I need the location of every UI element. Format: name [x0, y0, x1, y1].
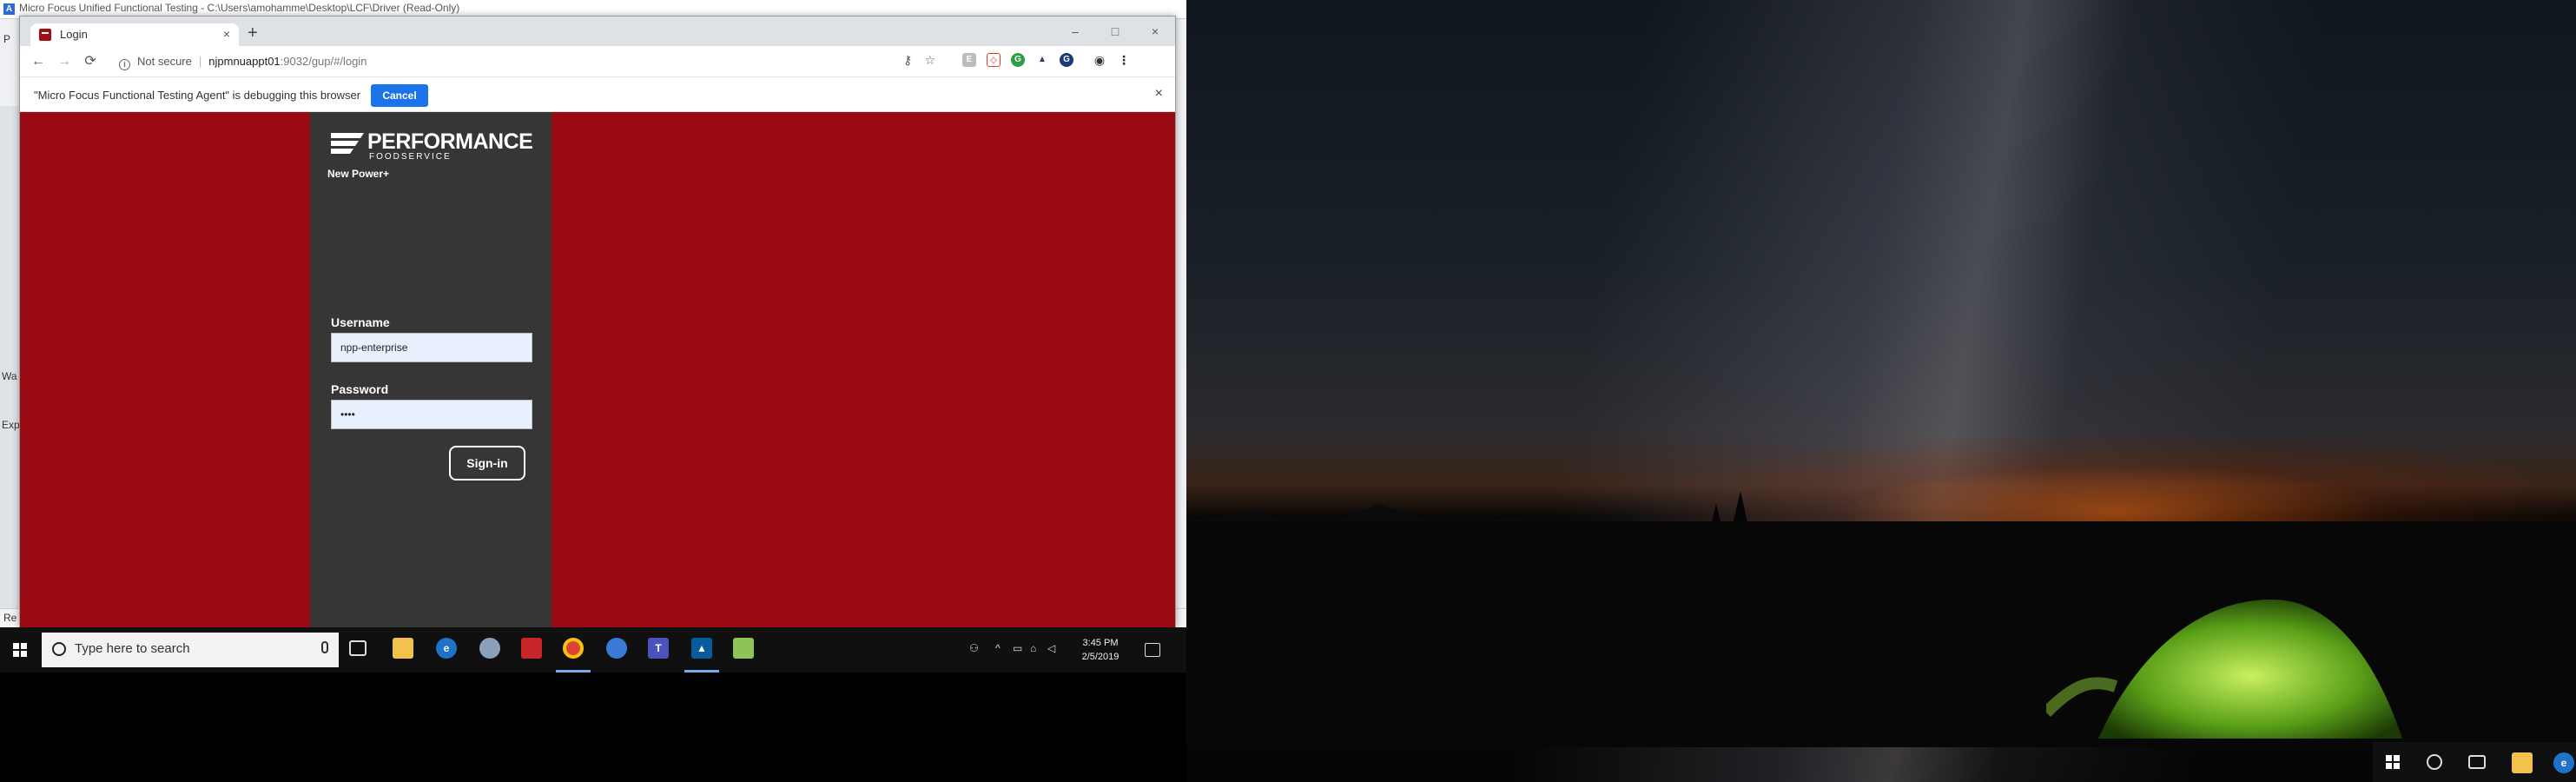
clock-date: 2/5/2019	[1081, 652, 1120, 662]
chat-icon[interactable]	[606, 638, 627, 659]
edge-icon[interactable]: e	[436, 638, 457, 659]
uft-side-label-p: P	[3, 33, 11, 45]
clock-time: 3:45 PM	[1082, 638, 1119, 648]
back-button[interactable]: ←	[29, 52, 48, 71]
site-favicon-icon	[39, 29, 51, 41]
windows-logo-icon-right	[2386, 755, 2400, 769]
search-icon	[52, 642, 66, 656]
password-label: Password	[331, 382, 389, 396]
notification-icon[interactable]	[1145, 643, 1160, 657]
uft-logo-icon: A	[3, 3, 15, 15]
extension-gray-icon[interactable]: E	[962, 53, 976, 67]
close-window-button[interactable]: ×	[1135, 17, 1175, 46]
office-icon[interactable]	[521, 638, 542, 659]
extension-blue-icon[interactable]: G	[1060, 53, 1073, 67]
chrome-icon[interactable]	[563, 638, 584, 659]
forward-button[interactable]: →	[55, 52, 74, 71]
taskbar-left: Type here to search e T ▲ ⚇ ^ ▭ ⌂ ◁ 3:45…	[0, 627, 1186, 673]
uft-status-text: Re	[3, 612, 17, 624]
taskbar-clock[interactable]: 3:45 PM 2/5/2019	[1072, 636, 1129, 664]
cortana-icon[interactable]	[2427, 754, 2442, 770]
url-host: njpmnuappt01	[208, 55, 281, 68]
uft-side-label-exp: Exp	[2, 419, 20, 431]
maximize-button[interactable]: □	[1095, 17, 1135, 46]
address-bar[interactable]: i Not secure | njpmnuappt01:9032/gup/#/logi…	[110, 50, 944, 73]
login-panel: PERFORMANCE FOODSERVICE New Power+ Usern…	[310, 112, 552, 628]
sign-in-button[interactable]: Sign-in	[449, 446, 525, 480]
reload-button[interactable]: ⟳	[81, 52, 100, 71]
volume-icon[interactable]: ◁	[1047, 642, 1055, 654]
edge-icon-right[interactable]: e	[2553, 752, 2574, 773]
people-icon[interactable]: ⚇	[969, 642, 979, 654]
taskbar-right: e T ▲ 3:45 PM 2/5/2019	[2373, 742, 2576, 782]
windows-logo-icon	[13, 643, 27, 657]
extension-icons: E ◇ G ▲ G ◉ ⋮	[962, 53, 1131, 67]
new-tab-button[interactable]: +	[248, 24, 258, 42]
chrome-window: Login × + – □ × ← → ⟳ i Not secure | njpmnu…	[19, 16, 1176, 628]
search-placeholder: Type here to search	[75, 641, 190, 656]
start-button-right[interactable]	[2373, 742, 2413, 782]
notepad-icon[interactable]	[733, 638, 754, 659]
extension-red-icon[interactable]: ◇	[987, 53, 1001, 67]
username-field[interactable]: npp-enterprise	[331, 333, 532, 362]
left-monitor: A Micro Focus Unified Functional Testing…	[0, 0, 1186, 782]
omnibox-separator: |	[198, 55, 202, 68]
green-tent	[2046, 600, 2402, 739]
not-secure-label: Not secure	[137, 55, 192, 68]
logo-subtext: FOODSERVICE	[369, 152, 452, 162]
key-icon[interactable]: ⚷	[903, 53, 912, 68]
app-name: New Power+	[327, 168, 390, 180]
window-controls: – □ ×	[1055, 17, 1175, 46]
task-view-icon-right[interactable]	[2468, 755, 2486, 769]
tray-chevron-icon[interactable]: ^	[995, 642, 1001, 654]
performance-logo: PERFORMANCE FOODSERVICE	[329, 129, 538, 164]
network-icon[interactable]: ⌂	[1030, 642, 1036, 654]
bookmark-star-icon[interactable]: ☆	[924, 53, 935, 68]
password-field[interactable]: ••••	[331, 400, 532, 429]
microphone-icon[interactable]	[321, 641, 328, 653]
right-monitor-desktop: e T ▲ 3:45 PM 2/5/2019	[1186, 0, 2576, 782]
tab-close-icon[interactable]: ×	[223, 27, 230, 41]
start-button[interactable]	[0, 627, 40, 673]
url-path: :9032/gup/#/login	[280, 55, 367, 68]
browser-toolbar: ← → ⟳ i Not secure | njpmnuappt01:9032/gup/…	[20, 46, 1175, 77]
task-view-icon[interactable]	[349, 640, 367, 656]
tab-strip: Login × + – □ ×	[20, 17, 1175, 46]
taskbar-search[interactable]: Type here to search	[42, 633, 339, 667]
file-explorer-icon-right[interactable]	[2512, 752, 2533, 773]
tab-title: Login	[60, 28, 88, 41]
uft-icon[interactable]: ▲	[691, 638, 712, 659]
uft-side-label-wa: Wa	[2, 370, 17, 382]
username-label: Username	[331, 315, 390, 329]
extension-green-icon[interactable]: G	[1011, 53, 1025, 67]
file-explorer-icon[interactable]	[393, 638, 413, 659]
tab-login[interactable]: Login ×	[30, 23, 239, 46]
debug-message: "Micro Focus Functional Testing Agent" i…	[34, 89, 361, 102]
uft-active-indicator	[684, 670, 719, 673]
paint-icon[interactable]	[479, 638, 500, 659]
login-page: PERFORMANCE FOODSERVICE New Power+ Usern…	[20, 112, 1175, 628]
chrome-active-indicator	[556, 670, 591, 673]
infobar-close-icon[interactable]: ×	[1155, 86, 1163, 102]
logo-mark-icon	[331, 133, 364, 154]
uft-title-text: Micro Focus Unified Functional Testing -…	[19, 2, 460, 14]
info-icon[interactable]: i	[119, 59, 130, 70]
profile-icon[interactable]: ◉	[1093, 53, 1106, 67]
teams-icon[interactable]: T	[648, 638, 669, 659]
menu-kebab-icon[interactable]: ⋮	[1117, 53, 1131, 67]
minimize-button[interactable]: –	[1055, 17, 1095, 46]
uft-right-pane	[1174, 106, 1186, 645]
cancel-debug-button[interactable]: Cancel	[371, 84, 428, 107]
omnibox-actions: ⚷ ☆	[903, 53, 935, 68]
extension-triangle-icon[interactable]: ▲	[1035, 53, 1049, 67]
debug-infobar: "Micro Focus Functional Testing Agent" i…	[20, 77, 1175, 112]
logo-text: PERFORMANCE	[367, 129, 533, 154]
tray-apps-icon[interactable]: ▭	[1013, 642, 1022, 654]
